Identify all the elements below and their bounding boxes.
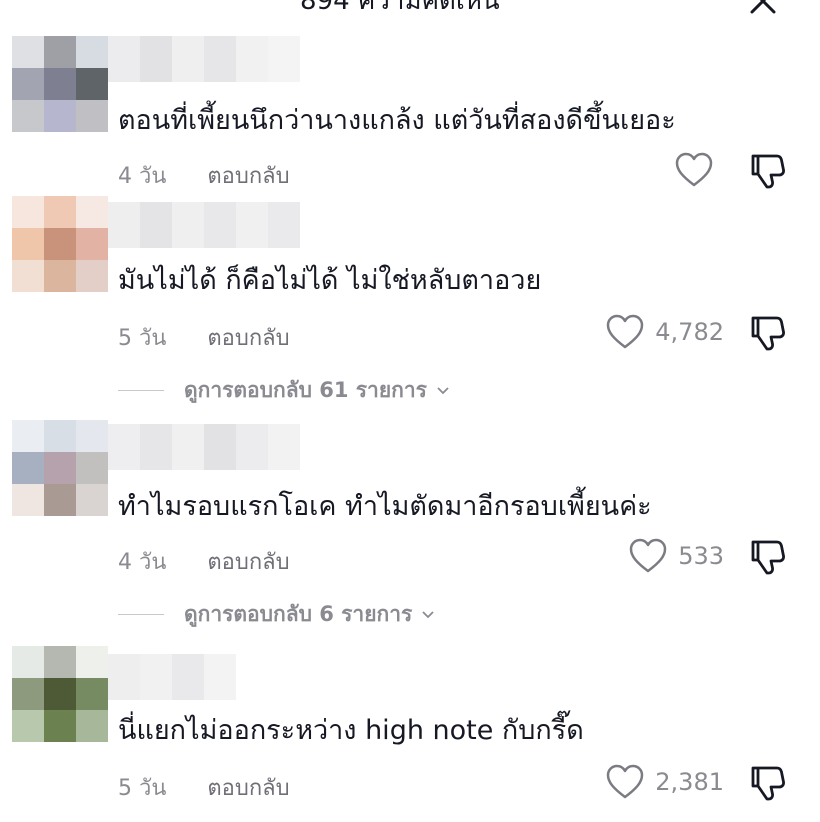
divider bbox=[118, 614, 164, 615]
avatar[interactable] bbox=[12, 420, 108, 516]
comment-meta: 4 วัน ตอบกลับ bbox=[118, 158, 290, 193]
dislike-icon[interactable] bbox=[748, 150, 788, 190]
like-button[interactable] bbox=[674, 152, 724, 188]
username-blurred[interactable] bbox=[108, 654, 236, 700]
dislike-icon[interactable] bbox=[748, 536, 788, 576]
chevron-down-icon bbox=[437, 386, 449, 394]
chevron-down-icon bbox=[422, 610, 434, 618]
comment-time: 4 วัน bbox=[118, 550, 167, 575]
comment-meta: 5 วัน ตอบกลับ bbox=[118, 320, 290, 355]
view-replies-button[interactable]: ดูการตอบกลับ 6 รายการ bbox=[118, 598, 436, 631]
comment-text: ตอนที่เพี้ยนนึกว่านางแกล้ง แต่วันที่สองด… bbox=[118, 105, 676, 136]
heart-icon bbox=[629, 538, 667, 573]
avatar[interactable] bbox=[12, 646, 108, 742]
username-blurred[interactable] bbox=[108, 36, 300, 82]
close-icon[interactable] bbox=[748, 0, 778, 16]
reply-button[interactable]: ตอบกลับ bbox=[207, 164, 289, 189]
like-button[interactable]: 533 bbox=[628, 538, 724, 574]
like-count: 533 bbox=[678, 542, 724, 570]
comments-count-title: 894 ความคิดเห็น bbox=[300, 0, 500, 16]
avatar[interactable] bbox=[12, 196, 108, 292]
comments-header: 894 ความคิดเห็น bbox=[0, 0, 820, 16]
heart-icon bbox=[675, 152, 713, 187]
divider bbox=[118, 390, 164, 391]
reply-button[interactable]: ตอบกลับ bbox=[207, 550, 289, 575]
comment-text: ทำไมรอบแรกโอเค ทำไมตัดมาอีกรอบเพี้ยนค่ะ bbox=[118, 491, 652, 522]
like-count: 2,381 bbox=[655, 768, 724, 796]
dislike-icon[interactable] bbox=[748, 762, 788, 802]
comment-time: 5 วัน bbox=[118, 326, 167, 351]
username-blurred[interactable] bbox=[108, 424, 300, 470]
avatar[interactable] bbox=[12, 36, 108, 132]
comment-meta: 5 วัน ตอบกลับ bbox=[118, 770, 290, 805]
dislike-icon[interactable] bbox=[748, 312, 788, 352]
comment-time: 5 วัน bbox=[118, 776, 167, 801]
comment-meta: 4 วัน ตอบกลับ bbox=[118, 544, 290, 579]
reply-button[interactable]: ตอบกลับ bbox=[207, 326, 289, 351]
username-blurred[interactable] bbox=[108, 202, 300, 248]
reply-button[interactable]: ตอบกลับ bbox=[207, 776, 289, 801]
heart-icon bbox=[607, 314, 644, 349]
comment-text: มันไม่ได้ ก็คือไม่ได้ ไม่ใช่หลับตาอวย bbox=[118, 265, 542, 296]
comment-text: นี่แยกไม่ออกระหว่าง high note กับกรี๊ด bbox=[118, 715, 584, 746]
like-count: 4,782 bbox=[655, 318, 724, 346]
view-replies-label: ดูการตอบกลับ 6 รายการ bbox=[184, 602, 413, 626]
view-replies-label: ดูการตอบกลับ 61 รายการ bbox=[184, 378, 427, 402]
view-replies-button[interactable]: ดูการตอบกลับ 61 รายการ bbox=[118, 374, 451, 407]
like-button[interactable]: 4,782 bbox=[605, 314, 724, 350]
heart-icon bbox=[607, 764, 644, 799]
comment-time: 4 วัน bbox=[118, 164, 167, 189]
like-button[interactable]: 2,381 bbox=[605, 764, 724, 800]
